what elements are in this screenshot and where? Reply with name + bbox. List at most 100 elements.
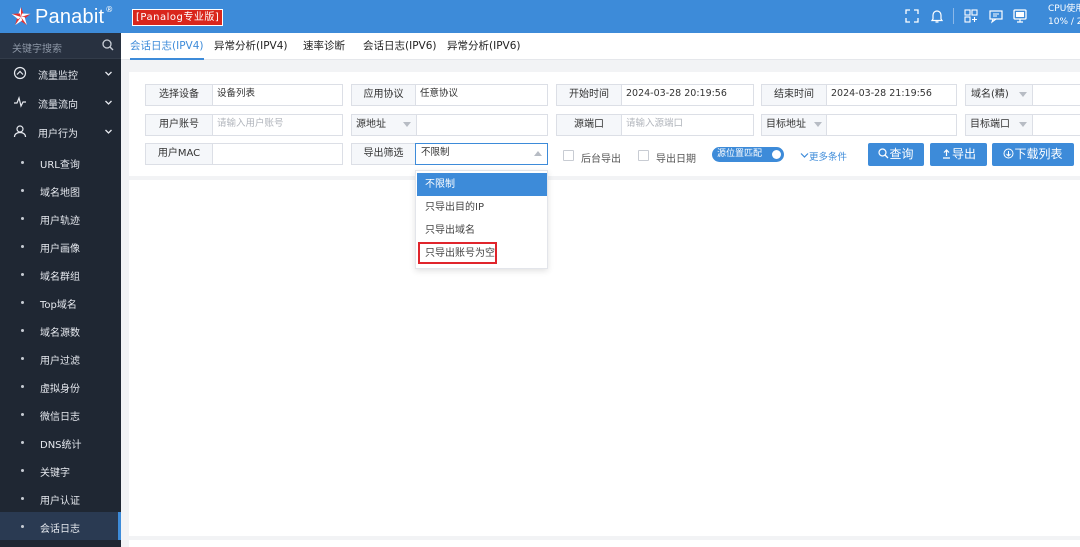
dashboard-icon [13, 66, 27, 80]
sidebar-search-input[interactable]: 关键字搜索 [12, 40, 62, 55]
sidebar-item-label: 用户认证 [40, 496, 80, 507]
sidebar-item-label: Top域名 [40, 300, 77, 311]
search-icon[interactable] [101, 38, 115, 52]
export-filter-label: 导出筛选 [351, 143, 416, 165]
account-label: 用户账号 [145, 114, 213, 136]
sidebar-item-domain-group[interactable]: 域名群组 [0, 260, 121, 288]
export-date-checkbox[interactable] [638, 150, 649, 161]
apps-grid-icon[interactable] [963, 8, 979, 24]
background-export-checkbox[interactable] [563, 150, 574, 161]
bullet [21, 441, 24, 444]
dst-port-input[interactable] [1032, 114, 1080, 136]
cpu-usage-value: 10% / 2 [1048, 17, 1080, 27]
end-time-label: 结束时间 [761, 84, 827, 106]
export-filter-value: 不限制 [421, 147, 450, 158]
menu-traffic-monitor[interactable]: 流量监控 [0, 59, 121, 88]
dst-addr-input[interactable] [826, 114, 957, 136]
query-button-label: 查询 [889, 147, 914, 161]
dropdown-option-unlimited[interactable]: 不限制 [417, 173, 547, 196]
mac-label: 用户MAC [145, 143, 213, 165]
sidebar-item-top-domain[interactable]: Top域名 [0, 288, 121, 316]
sidebar-item-domain-map[interactable]: 域名地图 [0, 176, 121, 204]
panabit-logo-icon [11, 7, 31, 26]
start-time-label: 开始时间 [556, 84, 622, 106]
source-location-match-toggle[interactable]: 源位置匹配 [712, 147, 784, 162]
sidebar-item-user-profile[interactable]: 用户画像 [0, 232, 121, 260]
chevron-down-icon [105, 129, 112, 134]
sidebar-item-label: 用户过滤 [40, 356, 80, 367]
bullet [21, 161, 24, 164]
dropdown-option-dest-ip[interactable]: 只导出目的IP [417, 196, 547, 219]
sidebar-item-wechat-log[interactable]: 微信日志 [0, 400, 121, 428]
toolbar-divider [953, 8, 954, 24]
tab-session-log-ipv6[interactable]: 会话日志(IPV6) [363, 33, 437, 59]
monitor-icon[interactable] [1012, 8, 1028, 24]
search-icon [878, 148, 889, 159]
tab-anomaly-ipv6[interactable]: 异常分析(IPV6) [447, 33, 521, 59]
sidebar-item-url-query[interactable]: URL查询 [0, 148, 121, 176]
export-date-label: 导出日期 [656, 154, 696, 165]
download-list-label: 下载列表 [1014, 147, 1063, 161]
chevron-down-icon [105, 100, 112, 105]
sidebar-item-user-track[interactable]: 用户轨迹 [0, 204, 121, 232]
device-value: 设备列表 [217, 88, 256, 99]
bullet [21, 245, 24, 248]
export-button[interactable]: 导出 [930, 143, 987, 166]
caret-down-icon [1019, 92, 1027, 97]
end-time-value: 2024-03-28 21:19:56 [831, 88, 932, 99]
cpu-usage-label: CPU使用 [1048, 4, 1080, 14]
fullscreen-icon[interactable] [904, 8, 920, 24]
sidebar-item-session-log[interactable]: 会话日志 [0, 512, 121, 540]
sidebar-item-user-auth[interactable]: 用户认证 [0, 484, 121, 512]
menu-user-behavior[interactable]: 用户行为 [0, 117, 121, 146]
tab-rate-diagnosis[interactable]: 速率诊断 [303, 33, 345, 59]
bullet [21, 301, 24, 304]
edition-badge: [Panalog专业版] [132, 9, 224, 26]
logo-text: Panabit [35, 5, 105, 28]
src-addr-label: 源地址 [356, 119, 386, 130]
src-port-placeholder: 请输入源端口 [626, 118, 684, 129]
sidebar-item-label: 域名群组 [40, 272, 80, 283]
sidebar-item-label: 会话日志 [40, 524, 80, 535]
bullet [21, 273, 24, 276]
sidebar-item-keyword[interactable]: 关键字 [0, 456, 121, 484]
src-port-label: 源端口 [556, 114, 622, 136]
upload-cloud-icon [942, 149, 950, 159]
sidebar-item-user-filter[interactable]: 用户过滤 [0, 344, 121, 372]
domain-input[interactable] [1032, 84, 1080, 106]
sidebar-item-label: 域名源数 [40, 328, 80, 339]
pulse-icon [14, 96, 26, 108]
menu-traffic-flow[interactable]: 流量流向 [0, 88, 121, 117]
sidebar-search[interactable]: 关键字搜索 [0, 33, 121, 59]
app-logo[interactable]: Panabit ® [10, 5, 113, 29]
more-conditions-link[interactable]: 更多条件 [800, 149, 847, 163]
tab-anomaly-ipv4[interactable]: 异常分析(IPV4) [214, 33, 288, 59]
bullet [21, 497, 24, 500]
export-button-label: 导出 [951, 147, 976, 161]
user-icon [13, 125, 27, 138]
caret-down-icon [403, 122, 411, 127]
message-icon[interactable] [988, 8, 1004, 24]
sidebar-item-domain-source[interactable]: 域名源数 [0, 316, 121, 344]
bullet [21, 357, 24, 360]
query-button[interactable]: 查询 [868, 143, 924, 166]
sidebar-item-dns-stats[interactable]: DNS统计 [0, 428, 121, 456]
dst-port-label: 目标端口 [970, 119, 1010, 130]
dropdown-option-domain[interactable]: 只导出域名 [417, 219, 547, 242]
mac-input[interactable] [212, 143, 343, 165]
toggle-knob [772, 150, 781, 159]
toggle-label: 源位置匹配 [717, 149, 763, 159]
menu-label: 流量监控 [38, 71, 78, 82]
tab-session-log-ipv4[interactable]: 会话日志(IPV4) [130, 33, 204, 60]
logo-registered-mark: ® [105, 4, 114, 14]
sidebar: 关键字搜索 流量监控 流量流向 用户行为 URL查询 域名地图 用户轨迹 用户画… [0, 33, 121, 547]
download-icon [1003, 148, 1014, 159]
download-list-button[interactable]: 下载列表 [992, 143, 1074, 166]
bell-icon[interactable] [929, 8, 945, 24]
sidebar-item-virtual-identity[interactable]: 虚拟身份 [0, 372, 121, 400]
src-addr-input[interactable] [416, 114, 548, 136]
bullet [21, 469, 24, 472]
sidebar-item-label: URL查询 [40, 160, 80, 171]
bullet [21, 385, 24, 388]
tab-bar: 会话日志(IPV4) 异常分析(IPV4) 速率诊断 会话日志(IPV6) 异常… [121, 33, 1080, 60]
